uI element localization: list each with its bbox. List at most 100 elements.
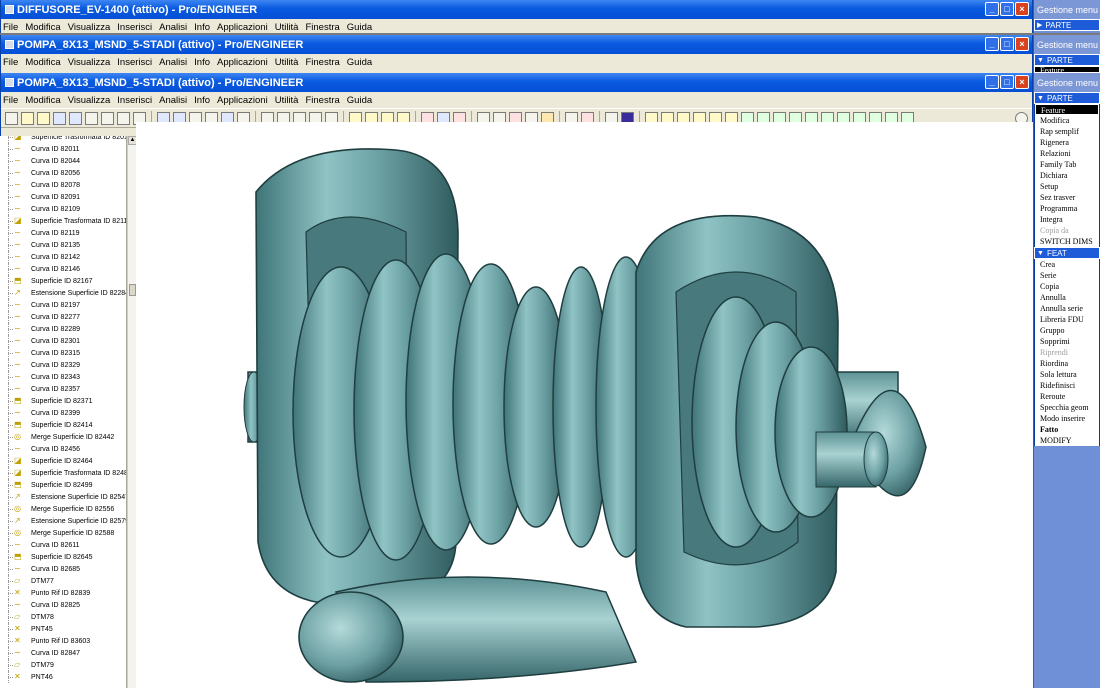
menu-item-specchia-geom[interactable]: Specchia geom	[1035, 402, 1099, 413]
menu-file[interactable]: File	[3, 57, 18, 68]
menu-item-crea[interactable]: Crea	[1035, 259, 1099, 270]
menu-item-sopprimi[interactable]: Sopprimi	[1035, 336, 1099, 347]
menu-guida[interactable]: Guida	[347, 95, 372, 106]
menu-item-libreria-fdu[interactable]: Libreria FDU	[1035, 314, 1099, 325]
save-icon[interactable]	[53, 111, 66, 125]
close-button[interactable]: ×	[1015, 2, 1029, 16]
tree-item[interactable]: ◪ Superficie Trasformata ID 82010	[0, 136, 126, 143]
menu-guida[interactable]: Guida	[347, 22, 372, 33]
menu-item-reroute[interactable]: Reroute	[1035, 391, 1099, 402]
tree-item[interactable]: ∼ Curva ID 82825	[0, 599, 126, 611]
tree-item[interactable]: ∼ Curva ID 82301	[0, 335, 126, 347]
tree-item[interactable]: ∼ Curva ID 82011	[0, 143, 126, 155]
tree-item[interactable]: ◎ Merge Superficie ID 82588	[0, 527, 126, 539]
menu-item-dichiara[interactable]: Dichiara	[1035, 170, 1099, 181]
tree-item[interactable]: ∼ Curva ID 82315	[0, 347, 126, 359]
tree-item[interactable]: ∼ Curva ID 82119	[0, 227, 126, 239]
menu-item-annulla[interactable]: Annulla	[1035, 292, 1099, 303]
tree-item[interactable]: ▱ DTM77	[0, 575, 126, 587]
new-file-icon[interactable]	[5, 111, 18, 125]
tree-item[interactable]: ∼ Curva ID 82135	[0, 239, 126, 251]
window-title-bar[interactable]: POMPA_8X13_MSND_5-STADI (attivo) - Pro/E…	[1, 73, 1032, 92]
menu-guida[interactable]: Guida	[347, 57, 372, 68]
menu-item-programma[interactable]: Programma	[1035, 203, 1099, 214]
menu-analisi[interactable]: Analisi	[159, 95, 187, 106]
menu-modifica[interactable]: Modifica	[25, 57, 60, 68]
menu-applicazioni[interactable]: Applicazioni	[217, 22, 268, 33]
menu-item-fatto[interactable]: Fatto	[1035, 424, 1099, 435]
tree-item[interactable]: ✕ Punto Rif ID 83603	[0, 635, 126, 647]
menu-finestra[interactable]: Finestra	[305, 57, 339, 68]
tree-item[interactable]: ▱ DTM78	[0, 611, 126, 623]
tree-item[interactable]: ∼ Curva ID 82685	[0, 563, 126, 575]
maximize-button[interactable]: □	[1000, 2, 1014, 16]
menu-finestra[interactable]: Finestra	[305, 22, 339, 33]
tree-item[interactable]: ↗ Estensione Superficie ID 82284	[0, 287, 126, 299]
save-copy-icon[interactable]	[69, 111, 82, 125]
menu-item-copia[interactable]: Copia	[1035, 281, 1099, 292]
menu-info[interactable]: Info	[194, 22, 210, 33]
tree-item[interactable]: ∼ Curva ID 82197	[0, 299, 126, 311]
tree-item[interactable]: ∼ Curva ID 82091	[0, 191, 126, 203]
tree-item[interactable]: ∼ Curva ID 82611	[0, 539, 126, 551]
menu-item-modifica[interactable]: Modifica	[1035, 115, 1099, 126]
menu-visualizza[interactable]: Visualizza	[68, 95, 111, 106]
minimize-button[interactable]: _	[985, 75, 999, 89]
maximize-button[interactable]: □	[1000, 37, 1014, 51]
menu-header-parte[interactable]: ▼ PARTE	[1034, 92, 1100, 104]
menu-item-rigenera[interactable]: Rigenera	[1035, 137, 1099, 148]
menu-modifica[interactable]: Modifica	[25, 22, 60, 33]
menu-inserisci[interactable]: Inserisci	[117, 22, 152, 33]
tree-item[interactable]: ◎ Merge Superficie ID 82442	[0, 431, 126, 443]
tree-item[interactable]: ↗ Estensione Superficie ID 82579	[0, 515, 126, 527]
tree-item[interactable]: ◎ Merge Superficie ID 82556	[0, 503, 126, 515]
tree-item[interactable]: ✕ PNT45	[0, 623, 126, 635]
menu-header-parte[interactable]: ▼ PARTE	[1034, 54, 1100, 66]
menu-item-switch-dims[interactable]: SWITCH DIMS	[1035, 236, 1099, 247]
window-title-bar[interactable]: POMPA_8X13_MSND_5-STADI (attivo) - Pro/E…	[1, 35, 1032, 54]
menu-item-rap-semplif[interactable]: Rap semplif	[1035, 126, 1099, 137]
tree-item[interactable]: ◪ Superficie Trasformata ID 82482	[0, 467, 126, 479]
minimize-button[interactable]: _	[985, 37, 999, 51]
menu-item-setup[interactable]: Setup	[1035, 181, 1099, 192]
menu-utilita[interactable]: Utilità	[275, 95, 299, 106]
tree-item[interactable]: ∼ Curva ID 82146	[0, 263, 126, 275]
tree-item[interactable]: ⬒ Superficie ID 82645	[0, 551, 126, 563]
menu-utilita[interactable]: Utilità	[275, 22, 299, 33]
menu-header-parte[interactable]: ▶ PARTE	[1034, 19, 1100, 31]
tree-item[interactable]: ∼ Curva ID 82277	[0, 311, 126, 323]
tree-item[interactable]: ✕ PNT46	[0, 671, 126, 683]
menu-item-feature[interactable]: Feature	[1035, 104, 1099, 115]
menu-finestra[interactable]: Finestra	[305, 95, 339, 106]
tree-item[interactable]: ∼ Curva ID 82399	[0, 407, 126, 419]
menu-modifica[interactable]: Modifica	[25, 95, 60, 106]
tree-item[interactable]: ∼ Curva ID 82044	[0, 155, 126, 167]
menu-file[interactable]: File	[3, 22, 18, 33]
tree-item[interactable]: ∼ Curva ID 82109	[0, 203, 126, 215]
menu-item-modo-inserire[interactable]: Modo inserire	[1035, 413, 1099, 424]
menu-visualizza[interactable]: Visualizza	[68, 22, 111, 33]
menu-applicazioni[interactable]: Applicazioni	[217, 95, 268, 106]
copy-icon[interactable]	[117, 111, 130, 125]
menu-analisi[interactable]: Analisi	[159, 57, 187, 68]
tree-item[interactable]: ∼ Curva ID 82357	[0, 383, 126, 395]
tree-item[interactable]: ∼ Curva ID 82056	[0, 167, 126, 179]
tree-item[interactable]: ∼ Curva ID 82343	[0, 371, 126, 383]
menu-utilita[interactable]: Utilità	[275, 57, 299, 68]
menu-file[interactable]: File	[3, 95, 18, 106]
tree-item[interactable]: ✕ Punto Rif ID 82839	[0, 587, 126, 599]
tree-item[interactable]: ∼ Curva ID 82142	[0, 251, 126, 263]
tree-item[interactable]: ↗ Estensione Superficie ID 82547	[0, 491, 126, 503]
menu-inserisci[interactable]: Inserisci	[117, 57, 152, 68]
tree-item[interactable]: ∼ Curva ID 82456	[0, 443, 126, 455]
menu-inserisci[interactable]: Inserisci	[117, 95, 152, 106]
close-button[interactable]: ×	[1015, 75, 1029, 89]
menu-info[interactable]: Info	[194, 57, 210, 68]
tree-item[interactable]: ▱ DTM79	[0, 659, 126, 671]
minimize-button[interactable]: _	[985, 2, 999, 16]
tree-item[interactable]: ◪ Superficie ID 82464	[0, 455, 126, 467]
open-folder-icon[interactable]	[37, 111, 50, 125]
tree-item[interactable]: ∼ Curva ID 82078	[0, 179, 126, 191]
menu-visualizza[interactable]: Visualizza	[68, 57, 111, 68]
menu-item-modify[interactable]: MODIFY	[1035, 435, 1099, 446]
